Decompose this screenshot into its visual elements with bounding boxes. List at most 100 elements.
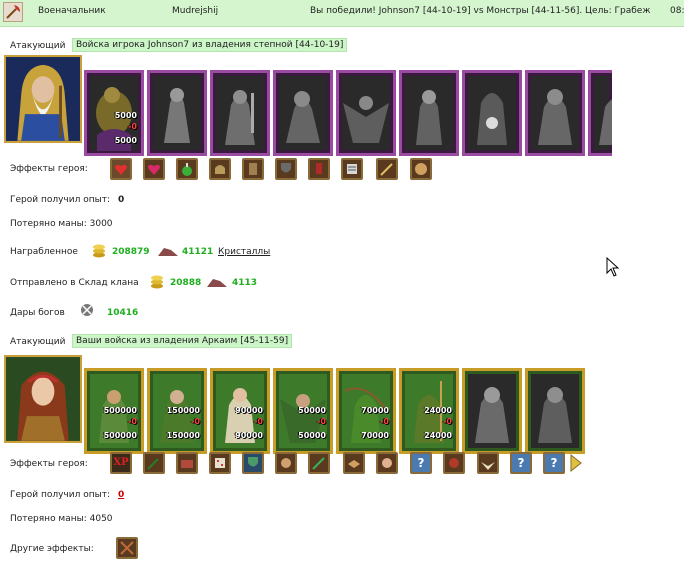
unit-remaining: 5000 <box>114 136 137 145</box>
clan-storage-label: Отправлено в Склад клана <box>10 278 139 288</box>
gifts-value: 10416 <box>107 308 139 318</box>
unit-loss: -0 <box>443 417 452 426</box>
hero-portrait-1[interactable] <box>4 55 82 143</box>
exp-value-1: 0 <box>118 195 125 205</box>
unit-slot[interactable]: 50000 -0 50000 <box>273 368 333 454</box>
unit-slot[interactable] <box>462 70 522 156</box>
unit-slot[interactable]: 90000 -0 90000 <box>210 368 270 454</box>
handshake-icon[interactable] <box>343 452 365 474</box>
unit-slot[interactable] <box>210 70 270 156</box>
question-icon[interactable]: ? <box>410 452 432 474</box>
unit-slot[interactable] <box>462 368 522 454</box>
armor-icon[interactable] <box>242 158 264 180</box>
unit-slot[interactable]: 500000 -0 500000 <box>84 368 144 454</box>
potion-icon[interactable] <box>176 158 198 180</box>
helmet-icon[interactable] <box>209 158 231 180</box>
unit-remaining: 150000 <box>166 431 200 440</box>
exp-value-2[interactable]: 0 <box>118 490 124 500</box>
unit-count: 5000 <box>114 111 137 120</box>
heart-plus-icon[interactable] <box>143 158 165 180</box>
chest-icon[interactable] <box>176 452 198 474</box>
unit-slot[interactable] <box>273 70 333 156</box>
mana-lost-2: Потеряно маны: 4050 <box>10 514 113 524</box>
angel-icon[interactable] <box>477 452 499 474</box>
unit-remaining: 500000 <box>103 431 137 440</box>
hands-icon[interactable] <box>275 452 297 474</box>
exp-label-1: Герой получил опыт: <box>10 195 110 205</box>
question-icon[interactable]: ? <box>510 452 532 474</box>
crystals-link[interactable]: Кристаллы <box>218 247 270 257</box>
exp-label-2: Герой получил опыт: <box>10 490 110 500</box>
unit-remaining: 50000 <box>298 431 326 440</box>
axe-icon[interactable] <box>3 2 23 22</box>
unit-count: 90000 <box>235 406 263 415</box>
loot-gold-value: 208879 <box>112 247 150 257</box>
loot-label: Награбленное <box>10 247 78 257</box>
top-bar: Военачальник Mudrejshij Вы победили! Joh… <box>0 0 684 27</box>
army-title-2: Ваши войска из владения Аркаим [45-11-59… <box>72 334 293 348</box>
unit-slot[interactable] <box>525 70 585 156</box>
unit-remaining: 70000 <box>361 431 389 440</box>
gifts-label: Дары богов <box>10 308 65 318</box>
gods-gift-icon <box>81 304 93 316</box>
dice-icon[interactable] <box>209 452 231 474</box>
dagger-x2-icon[interactable] <box>143 452 165 474</box>
unit-loss: -0 <box>317 417 326 426</box>
unit-count: 24000 <box>424 406 452 415</box>
shield-icon[interactable] <box>275 158 297 180</box>
question-icon[interactable]: ? <box>543 452 565 474</box>
heart-icon[interactable] <box>110 158 132 180</box>
unit-slot[interactable]: 24000 -0 24000 <box>399 368 459 454</box>
unit-count: 150000 <box>166 406 200 415</box>
demon-icon[interactable] <box>443 452 465 474</box>
unit-slot[interactable]: 150000 -0 150000 <box>147 368 207 454</box>
role-label: Военачальник <box>38 6 106 16</box>
unit-loss: -0 <box>254 417 263 426</box>
unit-slot[interactable] <box>525 368 585 454</box>
clan-ore-value: 4113 <box>232 278 258 288</box>
sword-icon[interactable] <box>376 158 398 180</box>
attacker-label-2: Атакующий <box>10 337 66 347</box>
other-effects-label: Другие эффекты: <box>10 544 94 554</box>
clan-gold-value: 20888 <box>170 278 202 288</box>
banner-icon[interactable] <box>308 158 330 180</box>
battle-time: 08: <box>670 6 684 16</box>
unit-slot[interactable] <box>399 70 459 156</box>
mana-lost-1: Потеряно маны: 3000 <box>10 219 113 229</box>
gold-coins-icon <box>93 244 105 258</box>
player-name: Mudrejshij <box>172 6 219 16</box>
attacker-label-1: Атакующий <box>10 41 66 51</box>
ore-icon <box>207 279 227 287</box>
unit-slot[interactable] <box>588 70 612 156</box>
effects-label-2: Эффекты героя: <box>10 459 88 469</box>
unit-slot[interactable] <box>336 70 396 156</box>
unit-loss: -0 <box>128 122 137 131</box>
army-title-1: Войска игрока Johnson7 из владения степн… <box>72 38 348 52</box>
gold-coins-icon <box>151 275 163 289</box>
other-effect-icon[interactable] <box>116 537 138 559</box>
unit-count: 500000 <box>103 406 137 415</box>
unit-count: 70000 <box>361 406 389 415</box>
unit-remaining: 24000 <box>424 431 452 440</box>
unit-remaining: 90000 <box>235 431 263 440</box>
xp-icon[interactable]: XP <box>110 452 132 474</box>
unit-count: 50000 <box>298 406 326 415</box>
unit-slot[interactable] <box>147 70 207 156</box>
unit-slot[interactable]: 70000 -0 70000 <box>336 368 396 454</box>
orb-icon[interactable] <box>410 158 432 180</box>
unit-loss: -0 <box>380 417 389 426</box>
sword-icon[interactable] <box>308 452 330 474</box>
shield-icon[interactable] <box>242 452 264 474</box>
mouse-cursor-icon <box>606 257 620 277</box>
battle-result: Вы победили! Johnson7 [44-10-19] vs Монс… <box>310 6 651 16</box>
arrow-right-icon[interactable] <box>570 454 582 472</box>
hand-icon[interactable] <box>376 452 398 474</box>
scroll-icon[interactable] <box>341 158 363 180</box>
unit-loss: -0 <box>191 417 200 426</box>
ore-icon <box>158 248 178 256</box>
hero-portrait-2[interactable] <box>4 355 82 443</box>
unit-loss: -0 <box>128 417 137 426</box>
effects-label-1: Эффекты героя: <box>10 164 88 174</box>
loot-ore-value: 41121 <box>182 247 214 257</box>
unit-slot[interactable]: 5000 -0 5000 <box>84 70 144 156</box>
